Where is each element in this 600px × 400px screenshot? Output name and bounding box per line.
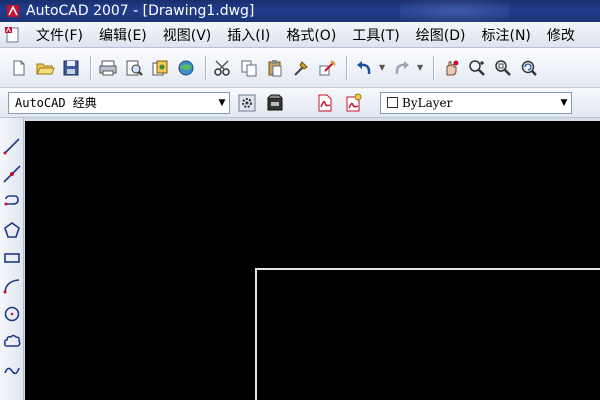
- pan-icon[interactable]: [440, 57, 462, 79]
- undo-icon[interactable]: [353, 57, 375, 79]
- workspace-select[interactable]: AutoCAD 经典 ▼: [8, 91, 230, 114]
- layer-color-swatch: [387, 97, 398, 108]
- zoom-window-icon[interactable]: [492, 57, 514, 79]
- workspace-toolbar: AutoCAD 经典 ▼ ByLayer ▼: [0, 88, 600, 118]
- menu-dimension[interactable]: 标注(N): [474, 25, 539, 45]
- menu-file[interactable]: 文件(F): [28, 25, 91, 45]
- copy-icon[interactable]: [238, 57, 260, 79]
- plot-icon[interactable]: [97, 57, 119, 79]
- layer-select[interactable]: ByLayer ▼: [380, 91, 572, 114]
- menu-tools[interactable]: 工具(T): [344, 25, 407, 45]
- polygon-icon[interactable]: [2, 220, 22, 240]
- rectangle-icon[interactable]: [2, 248, 22, 268]
- workspace-value: AutoCAD 经典: [15, 96, 97, 110]
- menu-modify[interactable]: 修改: [539, 25, 583, 45]
- menu-insert[interactable]: 插入(I): [219, 25, 278, 45]
- pdf-settings-icon[interactable]: [342, 92, 364, 114]
- document-icon[interactable]: [4, 26, 22, 44]
- standard-toolbar: ▼ ▼: [0, 48, 600, 88]
- circle-icon[interactable]: [2, 304, 22, 324]
- line-icon[interactable]: [2, 136, 22, 156]
- zoom-realtime-icon[interactable]: [466, 57, 488, 79]
- draw-toolbar: [0, 118, 24, 400]
- autocad-app-icon[interactable]: [6, 4, 20, 18]
- cut-icon[interactable]: [212, 57, 234, 79]
- match-properties-icon[interactable]: [290, 57, 312, 79]
- arc-icon[interactable]: [2, 276, 22, 296]
- revision-cloud-icon[interactable]: [2, 332, 22, 352]
- menu-bar: 文件(F) 编辑(E) 视图(V) 插入(I) 格式(O) 工具(T) 绘图(D…: [0, 22, 600, 48]
- menu-draw[interactable]: 绘图(D): [408, 25, 474, 45]
- save-workspace-icon[interactable]: [264, 92, 286, 114]
- layer-value: ByLayer: [402, 95, 453, 110]
- drawing-canvas[interactable]: [25, 121, 600, 400]
- polyline-icon[interactable]: [2, 192, 22, 212]
- title-bar-glow: [400, 0, 510, 22]
- open-icon[interactable]: [34, 57, 56, 79]
- plot-preview-icon[interactable]: [123, 57, 145, 79]
- construction-line-icon[interactable]: [2, 164, 22, 184]
- workspace-settings-icon[interactable]: [236, 92, 258, 114]
- save-icon[interactable]: [60, 57, 82, 79]
- title-bar: AutoCAD 2007 - [Drawing1.dwg]: [0, 0, 600, 22]
- new-icon[interactable]: [8, 57, 30, 79]
- autocad-window: AutoCAD 2007 - [Drawing1.dwg] 文件(F) 编辑(E…: [0, 0, 600, 400]
- toolbar-separator: [433, 55, 434, 80]
- menu-format[interactable]: 格式(O): [278, 25, 344, 45]
- menu-edit[interactable]: 编辑(E): [91, 25, 155, 45]
- toolbar-separator: [205, 55, 206, 80]
- 3d-dwf-icon[interactable]: [175, 57, 197, 79]
- block-editor-icon[interactable]: [316, 57, 338, 79]
- chevron-down-icon[interactable]: ▼: [557, 98, 571, 108]
- pdf-export-icon[interactable]: [314, 92, 336, 114]
- paste-icon[interactable]: [264, 57, 286, 79]
- spline-icon[interactable]: [2, 360, 22, 380]
- toolbar-separator: [90, 55, 91, 80]
- drawing-boundary: [255, 268, 600, 400]
- toolbar-separator: [346, 55, 347, 80]
- undo-dropdown-icon[interactable]: ▼: [379, 63, 387, 72]
- window-title: AutoCAD 2007 - [Drawing1.dwg]: [26, 3, 255, 19]
- zoom-previous-icon[interactable]: [518, 57, 540, 79]
- publish-icon[interactable]: [149, 57, 171, 79]
- chevron-down-icon[interactable]: ▼: [215, 98, 229, 108]
- menu-view[interactable]: 视图(V): [155, 25, 220, 45]
- redo-icon[interactable]: [391, 57, 413, 79]
- redo-dropdown-icon[interactable]: ▼: [417, 63, 425, 72]
